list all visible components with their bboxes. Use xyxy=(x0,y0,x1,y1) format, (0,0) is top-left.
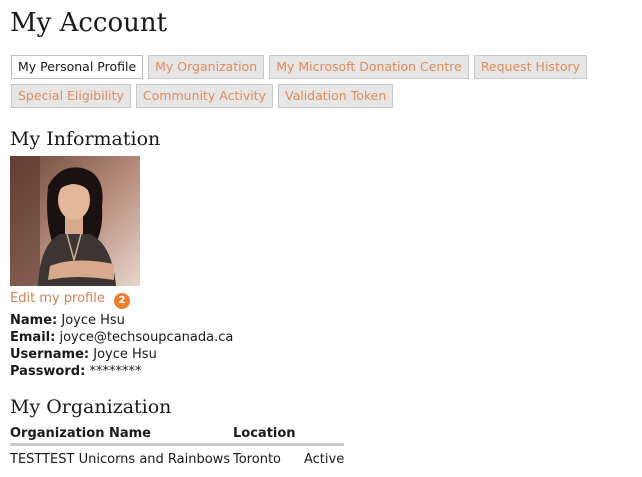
tab-special-eligibility[interactable]: Special Eligibility xyxy=(11,84,131,108)
tab-request-history[interactable]: Request History xyxy=(473,55,588,79)
avatar xyxy=(10,156,140,286)
tab-community-activity[interactable]: Community Activity xyxy=(135,84,273,108)
edit-profile-link[interactable]: Edit my profile xyxy=(10,290,105,308)
name-label: Name: xyxy=(10,313,58,328)
organization-name-cell: TESTTEST Unicorns and Rainbows xyxy=(10,451,231,467)
name-value: Joyce Hsu xyxy=(61,313,125,328)
email-label: Email: xyxy=(10,330,56,345)
column-header-status xyxy=(304,424,345,446)
email-row: Email: joyce@techsoupcanada.ca xyxy=(10,329,233,346)
password-value: ******** xyxy=(89,364,142,379)
tab-bar-row-2: Special Eligibility Community Activity V… xyxy=(11,84,394,108)
page-title: My Account xyxy=(10,8,168,38)
tab-my-microsoft-donation-centre[interactable]: My Microsoft Donation Centre xyxy=(269,55,469,79)
password-label: Password: xyxy=(10,364,86,379)
tab-validation-token[interactable]: Validation Token xyxy=(278,84,394,108)
email-value: joyce@techsoupcanada.ca xyxy=(59,330,234,345)
location-cell: Toronto xyxy=(233,451,281,467)
username-label: Username: xyxy=(10,347,90,362)
tab-bar-row-1: My Personal Profile My Organization My M… xyxy=(11,55,588,79)
my-organization-heading: My Organization xyxy=(10,396,172,418)
username-row: Username: Joyce Hsu xyxy=(10,346,233,363)
column-header-organization-name: Organization Name xyxy=(10,424,233,446)
status-cell: Active xyxy=(304,451,345,467)
username-value: Joyce Hsu xyxy=(93,347,157,362)
password-row: Password: ******** xyxy=(10,363,233,380)
tab-my-organization[interactable]: My Organization xyxy=(148,55,265,79)
notification-badge: 2 xyxy=(114,293,130,309)
table-row[interactable]: TESTTEST Unicorns and Rainbows Toronto A… xyxy=(10,445,344,469)
profile-details: Name: Joyce Hsu Email: joyce@techsoupcan… xyxy=(10,312,233,380)
name-row: Name: Joyce Hsu xyxy=(10,312,233,329)
tab-my-personal-profile[interactable]: My Personal Profile xyxy=(11,55,144,79)
my-information-heading: My Information xyxy=(10,128,161,150)
table-header-row: Organization Name Location xyxy=(10,424,345,446)
column-header-location: Location xyxy=(233,424,304,446)
organization-table: Organization Name Location TESTTEST Unic… xyxy=(10,424,345,469)
